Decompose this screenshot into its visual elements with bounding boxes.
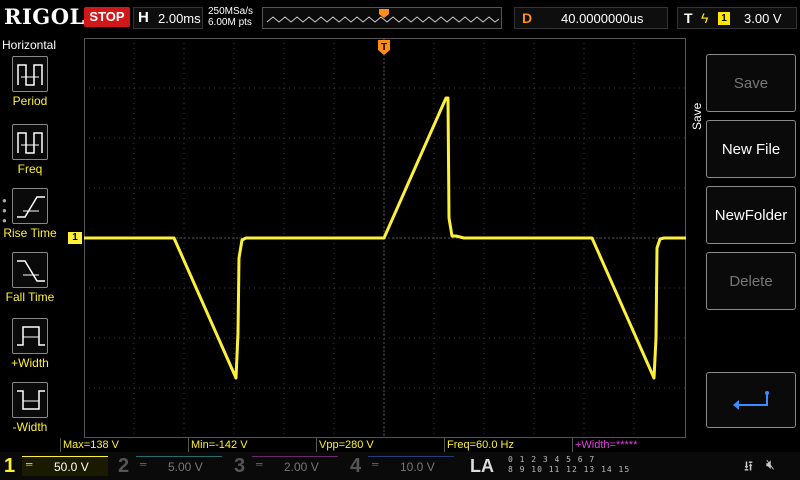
trigger-level: 3.00 V xyxy=(744,11,782,26)
ch2-scale: 5.00 V xyxy=(168,460,203,474)
meas-min[interactable]: Min=-142 V xyxy=(188,438,314,452)
measure-fall-time[interactable]: Fall Time xyxy=(0,252,60,316)
pos-width-icon xyxy=(12,318,48,354)
run-stop-indicator[interactable]: STOP xyxy=(84,7,130,27)
meas-freq[interactable]: Freq=60.0 Hz xyxy=(444,438,570,452)
sample-rate: 250MSa/s xyxy=(208,6,254,17)
digital-row-2: 8 9 10 11 12 13 14 15 xyxy=(508,465,631,474)
speaker-muted-icon[interactable]: 🔇︎ xyxy=(766,456,775,473)
trigger-source: 1 xyxy=(718,12,730,25)
new-folder-button[interactable]: NewFolder xyxy=(706,186,796,244)
timebase-display[interactable]: H 2.00ms xyxy=(133,7,203,29)
save-menu-title: Save xyxy=(690,102,704,130)
measure-fall-time-label: Fall Time xyxy=(5,290,55,304)
waveform-display[interactable]: T xyxy=(84,38,686,438)
measure-rise-time-label: Rise Time xyxy=(3,226,57,240)
delay-label: D xyxy=(522,10,533,26)
ch2-number: 2 xyxy=(118,455,130,477)
memory-depth: 6.00M pts xyxy=(208,17,252,28)
measure-period[interactable]: Period xyxy=(0,56,60,120)
usb-icon: ⭿ xyxy=(744,458,754,474)
ch3-scale: 2.00 V xyxy=(284,460,319,474)
acquisition-info: 250MSa/s 6.00M pts xyxy=(208,6,253,28)
measure-pos-width-label: +Width xyxy=(11,356,49,370)
freq-icon xyxy=(12,124,48,160)
back-button[interactable] xyxy=(706,372,796,428)
measure-rise-time[interactable]: Rise Time xyxy=(0,188,60,252)
measure-period-label: Period xyxy=(12,94,48,108)
neg-width-icon xyxy=(12,382,48,418)
ch1-ground-marker[interactable]: 1 xyxy=(68,232,82,244)
measure-pos-width[interactable]: +Width xyxy=(0,318,60,382)
la-button[interactable]: LA xyxy=(470,454,494,478)
delay-display[interactable]: D 40.0000000us xyxy=(514,7,668,29)
ch1-trace xyxy=(84,96,686,380)
brand-logo: RIGOL xyxy=(4,4,85,29)
delete-button[interactable]: Delete xyxy=(706,252,796,310)
ch3-coupling-icon: ═ xyxy=(256,459,263,469)
menu-title: Horizontal xyxy=(2,38,57,52)
measure-freq[interactable]: Freq xyxy=(0,124,60,188)
trigger-display[interactable]: T ϟ 1 3.00 V xyxy=(677,7,797,29)
ch4-scale: 10.0 V xyxy=(400,460,435,474)
ch3-status[interactable]: 3 ═ 2.00 V xyxy=(234,454,344,478)
ch1-status[interactable]: 1 ═ 50.0 V xyxy=(4,454,114,478)
fall-time-icon xyxy=(12,252,48,288)
trigger-slope-icon: ϟ xyxy=(701,10,709,26)
ch3-number: 3 xyxy=(234,455,246,477)
save-button[interactable]: Save xyxy=(706,54,796,112)
digital-channel-map: 0 1 2 3 4 5 6 7 8 9 10 11 12 13 14 15 xyxy=(508,455,630,475)
rise-time-icon xyxy=(12,188,48,224)
delay-value: 40.0000000us xyxy=(561,11,644,26)
measure-neg-width-label: -Width xyxy=(12,420,48,434)
measure-neg-width[interactable]: -Width xyxy=(0,382,60,446)
period-icon xyxy=(12,56,48,92)
ch1-coupling-icon: ═ xyxy=(26,459,33,469)
memory-overview-wave xyxy=(266,9,500,23)
ch2-status[interactable]: 2 ═ 5.00 V xyxy=(118,454,228,478)
timebase-value: 2.00ms xyxy=(158,11,201,26)
ch4-coupling-icon: ═ xyxy=(372,459,379,469)
timebase-label: H xyxy=(138,9,149,26)
measurement-bar: Max=138 V Min=-142 V Vpp=280 V Freq=60.0… xyxy=(60,438,686,452)
meas-pos-width[interactable]: +Width=***** xyxy=(572,438,686,452)
svg-text:T: T xyxy=(381,42,387,53)
meas-vpp[interactable]: Vpp=280 V xyxy=(316,438,442,452)
horizontal-measure-menu: Horizontal Period Freq ● ● ● Rise Time Fal… xyxy=(0,36,60,450)
save-menu: Save Save New File NewFolder Delete xyxy=(686,36,800,450)
status-bar: RIGOL STOP H 2.00ms 250MSa/s 6.00M pts D… xyxy=(0,0,800,36)
ch4-number: 4 xyxy=(350,455,362,477)
memory-trigger-marker xyxy=(379,9,389,18)
new-file-button[interactable]: New File xyxy=(706,120,796,178)
trigger-label: T xyxy=(684,10,693,26)
trigger-position-marker: T xyxy=(378,40,390,55)
ch1-number: 1 xyxy=(4,455,16,477)
ch4-status[interactable]: 4 ═ 10.0 V xyxy=(350,454,460,478)
digital-row-1: 0 1 2 3 4 5 6 7 xyxy=(508,455,596,464)
enter-return-icon xyxy=(733,391,769,410)
ch2-coupling-icon: ═ xyxy=(140,459,147,469)
meas-max[interactable]: Max=138 V xyxy=(60,438,186,452)
measure-freq-label: Freq xyxy=(17,162,43,176)
channel-bar: 1 ═ 50.0 V 2 ═ 5.00 V 3 ═ 2.00 V 4 ═ 10.… xyxy=(0,452,800,480)
ch1-scale: 50.0 V xyxy=(54,460,89,474)
memory-overview[interactable] xyxy=(262,7,502,29)
